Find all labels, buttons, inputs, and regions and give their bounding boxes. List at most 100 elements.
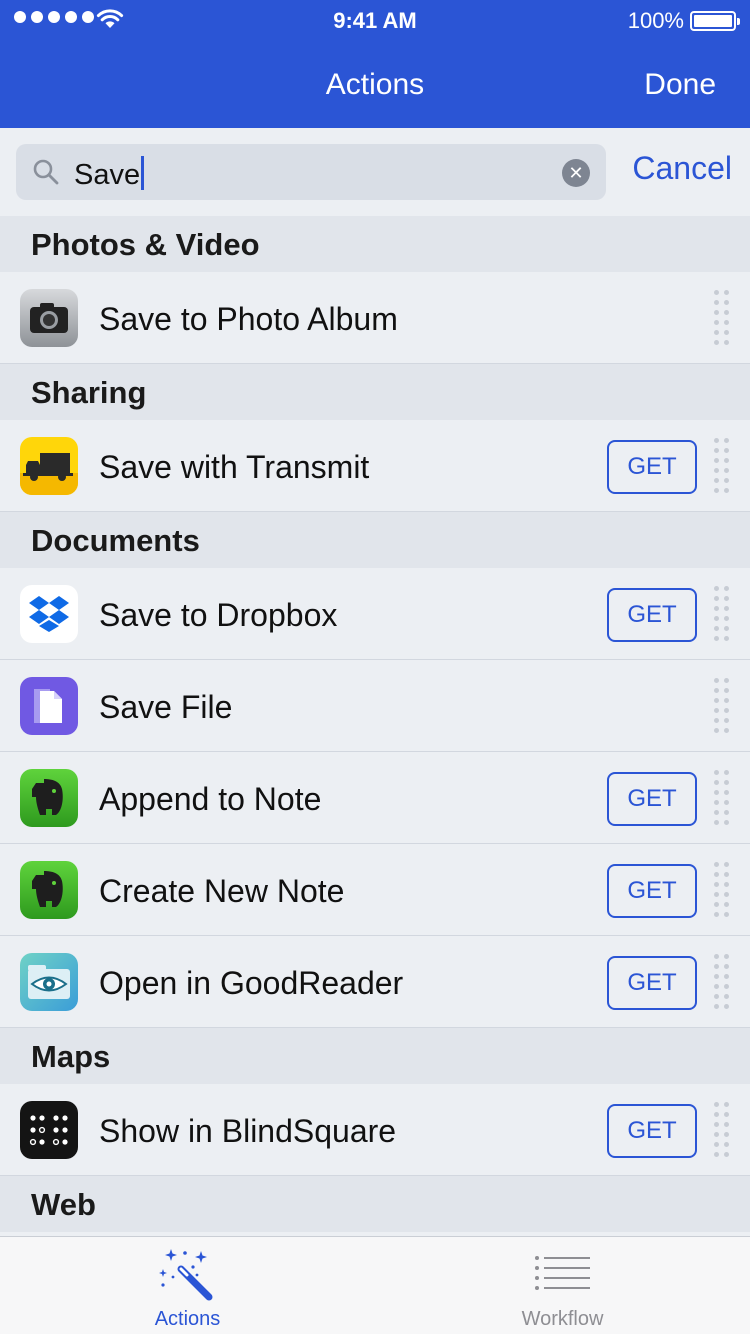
- drag-handle-dot: [724, 1004, 729, 1009]
- drag-handle-dot: [714, 810, 719, 815]
- drag-handle-dot: [724, 698, 729, 703]
- section-header-sharing: Sharing: [0, 364, 750, 420]
- drag-handle-icon[interactable]: [714, 770, 730, 826]
- section-header-photos-video: Photos & Video: [0, 216, 750, 272]
- search-icon: [33, 159, 59, 185]
- list-item[interactable]: Append to Note GET: [0, 752, 750, 844]
- list-item[interactable]: Show in BlindSquare GET: [0, 1084, 750, 1176]
- search-input[interactable]: Save ✕: [16, 144, 606, 200]
- drag-handle-dot: [724, 728, 729, 733]
- drag-handle-dot: [714, 820, 719, 825]
- get-button[interactable]: GET: [607, 440, 697, 494]
- drag-handle-dot: [724, 994, 729, 999]
- drag-handle-dot: [724, 310, 729, 315]
- get-button[interactable]: GET: [607, 1104, 697, 1158]
- drag-handle-dot: [724, 872, 729, 877]
- get-button[interactable]: GET: [607, 956, 697, 1010]
- done-button[interactable]: Done: [644, 68, 716, 102]
- drag-handle-dot: [724, 626, 729, 631]
- list-item[interactable]: Save to Dropbox GET: [0, 568, 750, 660]
- drag-handle-dot: [724, 892, 729, 897]
- list-icon: [534, 1256, 590, 1290]
- action-label: Save with Transmit: [99, 449, 370, 485]
- drag-handle-icon[interactable]: [714, 586, 730, 642]
- list-item[interactable]: Save File: [0, 660, 750, 752]
- tab-workflow[interactable]: Workflow: [375, 1237, 750, 1334]
- drag-handle-icon[interactable]: [714, 862, 730, 918]
- drag-handle-dot: [714, 974, 719, 979]
- drag-handle-dot: [714, 1142, 719, 1147]
- list-item[interactable]: Save to Photo Album: [0, 272, 750, 364]
- drag-handle-dot: [724, 468, 729, 473]
- drag-handle-dot: [714, 1102, 719, 1107]
- drag-handle-dot: [724, 616, 729, 621]
- get-button[interactable]: GET: [607, 864, 697, 918]
- drag-handle-dot: [714, 882, 719, 887]
- drag-handle-dot: [714, 340, 719, 345]
- get-button[interactable]: GET: [607, 772, 697, 826]
- drag-handle-icon[interactable]: [714, 438, 730, 494]
- action-label: Create New Note: [99, 873, 345, 909]
- drag-handle-dot: [724, 678, 729, 683]
- clear-search-icon[interactable]: ✕: [562, 159, 590, 187]
- action-label: Save File: [99, 689, 233, 725]
- drag-handle-dot: [714, 330, 719, 335]
- tab-label: Workflow: [521, 1308, 604, 1330]
- drag-handle-dot: [724, 718, 729, 723]
- drag-handle-dot: [714, 872, 719, 877]
- drag-handle-dot: [724, 974, 729, 979]
- dropbox-icon: [20, 585, 78, 643]
- section-header-documents: Documents: [0, 512, 750, 568]
- drag-handle-dot: [714, 438, 719, 443]
- drag-handle-dot: [714, 770, 719, 775]
- drag-handle-dot: [714, 902, 719, 907]
- drag-handle-dot: [714, 728, 719, 733]
- drag-handle-icon[interactable]: [714, 1102, 730, 1158]
- get-button[interactable]: GET: [607, 588, 697, 642]
- drag-handle-dot: [724, 438, 729, 443]
- drag-handle-dot: [724, 1102, 729, 1107]
- evernote-elephant-icon: [20, 769, 78, 827]
- drag-handle-dot: [724, 340, 729, 345]
- drag-handle-dot: [724, 1132, 729, 1137]
- drag-handle-dot: [714, 678, 719, 683]
- section-header-web: Web: [0, 1176, 750, 1232]
- drag-handle-dot: [714, 606, 719, 611]
- list-item[interactable]: Open in GoodReader GET: [0, 936, 750, 1028]
- drag-handle-dot: [724, 320, 729, 325]
- status-bar: 9:41 AM 100%: [0, 0, 750, 40]
- drag-handle-dot: [714, 458, 719, 463]
- drag-handle-icon[interactable]: [714, 290, 730, 346]
- drag-handle-dot: [724, 458, 729, 463]
- battery-icon: [690, 11, 740, 31]
- drag-handle-icon[interactable]: [714, 954, 730, 1010]
- search-query: Save: [74, 156, 145, 192]
- blindsquare-dots-icon: [20, 1101, 78, 1159]
- drag-handle-dot: [724, 790, 729, 795]
- drag-handle-dot: [714, 616, 719, 621]
- cancel-button[interactable]: Cancel: [632, 150, 732, 187]
- list-item[interactable]: Save with Transmit GET: [0, 420, 750, 512]
- drag-handle-dot: [714, 310, 719, 315]
- drag-handle-icon[interactable]: [714, 678, 730, 734]
- drag-handle-dot: [714, 320, 719, 325]
- tab-actions[interactable]: Actions: [0, 1237, 375, 1334]
- header: 9:41 AM 100% Actions Done: [0, 0, 750, 128]
- evernote-elephant-icon: [20, 861, 78, 919]
- drag-handle-dot: [714, 892, 719, 897]
- page-title: Actions: [325, 68, 425, 101]
- camera-icon: [20, 289, 78, 347]
- drag-handle-dot: [714, 964, 719, 969]
- list-item[interactable]: Create New Note GET: [0, 844, 750, 936]
- drag-handle-dot: [724, 488, 729, 493]
- drag-handle-dot: [724, 902, 729, 907]
- drag-handle-dot: [714, 586, 719, 591]
- action-label: Show in BlindSquare: [99, 1113, 397, 1149]
- drag-handle-dot: [724, 820, 729, 825]
- drag-handle-dot: [724, 330, 729, 335]
- drag-handle-dot: [714, 718, 719, 723]
- search-bar: Save ✕ Cancel: [0, 128, 750, 216]
- drag-handle-dot: [714, 780, 719, 785]
- drag-handle-dot: [714, 488, 719, 493]
- drag-handle-dot: [714, 448, 719, 453]
